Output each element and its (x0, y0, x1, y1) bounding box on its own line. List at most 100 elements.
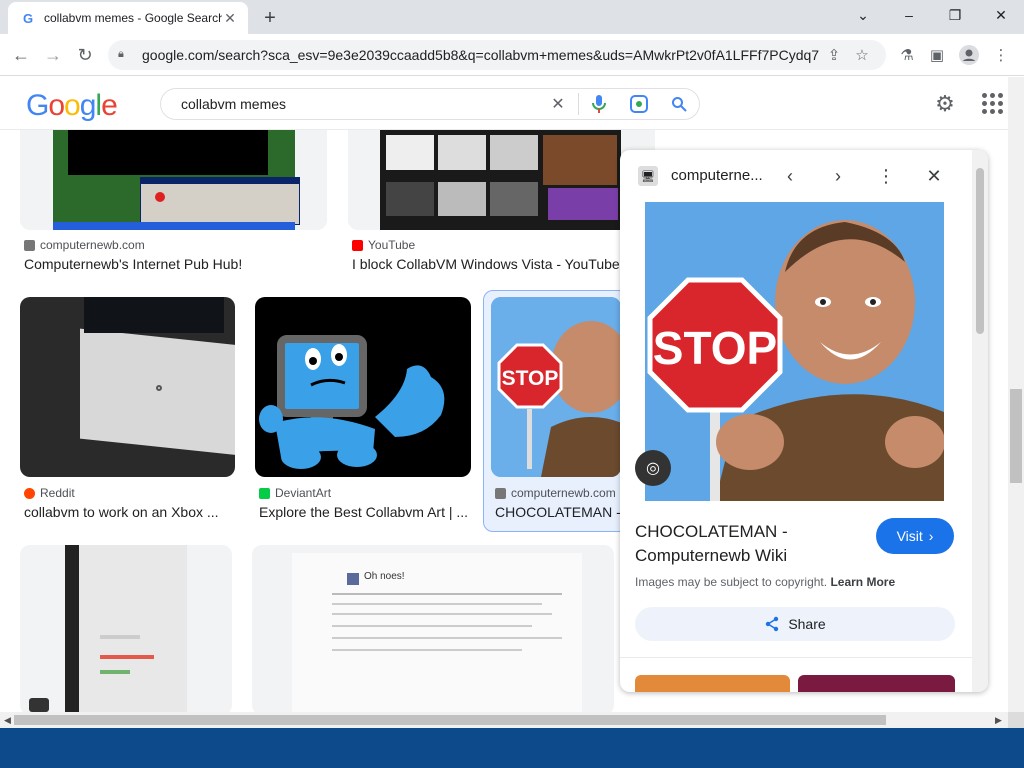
panel-scrollbar[interactable] (972, 150, 988, 692)
url-text[interactable]: google.com/search?sca_esv=9e3e2039ccaadd… (142, 47, 820, 63)
deviantart-favicon-icon (259, 487, 270, 499)
related-thumbnail[interactable] (798, 675, 955, 692)
tab-search-chevron-down-icon[interactable]: ⌄ (840, 0, 886, 30)
panel-divider (620, 657, 972, 658)
scrollbar-corner (1008, 712, 1024, 728)
tab-google-search[interactable]: G collabvm memes - Google Search ✕ (8, 2, 248, 34)
search-icon[interactable] (659, 89, 699, 119)
share-label: Share (788, 616, 826, 632)
new-tab-button[interactable]: + (258, 6, 282, 30)
lock-icon[interactable]: 🔒︎ (118, 48, 132, 62)
result-source[interactable]: DeviantArt (259, 486, 331, 500)
stop-sign-thumb-text: STOP (502, 367, 559, 390)
result-source[interactable]: YouTube (352, 238, 415, 252)
youtube-favicon-icon (352, 239, 363, 251)
lens-search-icon[interactable] (619, 89, 659, 119)
star-icon[interactable]: ☆ (848, 43, 876, 67)
result-caption[interactable]: CHOCOLATEMAN - ... (495, 504, 620, 520)
google-header: Google collabvm memes ✕ ⚙ (0, 77, 1008, 130)
visit-button[interactable]: Visit › (876, 518, 954, 554)
share-icon (766, 616, 779, 632)
result-thumbnail[interactable] (20, 545, 232, 712)
share-button[interactable]: Share (635, 607, 955, 641)
voice-search-icon[interactable] (579, 89, 619, 119)
os-taskbar (0, 728, 1024, 768)
logo-letter: e (101, 89, 118, 122)
search-box[interactable]: collabvm memes ✕ (160, 88, 700, 120)
chevron-right-icon: › (928, 528, 934, 544)
scroll-left-icon[interactable]: ◀ (4, 715, 11, 726)
result-thumbnail[interactable] (20, 297, 235, 477)
visit-label: Visit (896, 528, 923, 544)
computernewb-favicon-icon (495, 487, 506, 499)
image-preview-panel: 🖥︎ computerne... ‹ › ⋮ ✕ STOP ◎ CHOCOLAT… (620, 150, 988, 692)
google-logo[interactable]: Google (26, 89, 118, 123)
tab-strip: G collabvm memes - Google Search ✕ + ⌄ –… (0, 0, 1024, 34)
minimize-button[interactable]: – (886, 0, 932, 30)
result-caption[interactable]: collabvm to work on an Xbox ... (24, 504, 234, 520)
extensions-icon[interactable]: ⚗ (894, 42, 920, 68)
result-caption[interactable]: Explore the Best Collabvm Art | ... (259, 504, 469, 520)
computernewb-favicon-icon (24, 239, 35, 251)
horizontal-scrollbar[interactable]: ◀ ▶ (0, 712, 1008, 728)
reload-icon[interactable]: ↻ (72, 42, 98, 68)
result-source[interactable]: computernewb.com (24, 238, 145, 252)
oh-noes-text: Oh noes! (364, 571, 405, 582)
previous-chevron-icon[interactable]: ‹ (776, 162, 804, 190)
more-options-icon[interactable]: ⋮ (872, 162, 900, 190)
reddit-favicon-icon (24, 487, 35, 499)
google-favicon-icon: G (22, 10, 34, 26)
profile-icon[interactable] (956, 42, 982, 68)
close-tab-icon[interactable]: ✕ (222, 10, 238, 26)
share-icon[interactable]: ⇪ (820, 43, 848, 67)
panel-page-title[interactable]: CHOCOLATEMAN - Computernewb Wiki (635, 520, 865, 568)
back-icon[interactable]: ← (8, 42, 34, 68)
vertical-scrollbar[interactable] (1008, 77, 1024, 712)
result-source[interactable]: computernewb.com (495, 486, 616, 500)
restore-button[interactable]: ❐ (932, 0, 978, 30)
next-chevron-icon[interactable]: › (824, 162, 852, 190)
tab-title: collabvm memes - Google Search (44, 11, 222, 25)
forward-icon[interactable]: → (40, 42, 66, 68)
close-panel-icon[interactable]: ✕ (920, 162, 948, 190)
clear-search-icon[interactable]: ✕ (538, 89, 578, 119)
logo-letter: g (79, 89, 97, 122)
source-name: YouTube (368, 238, 416, 252)
sidepanel-icon[interactable]: ▣ (924, 42, 950, 68)
horizontal-scrollbar-thumb[interactable] (14, 715, 886, 725)
logo-letter: G (26, 89, 49, 122)
logo-letter: o (64, 89, 81, 122)
close-window-button[interactable]: ✕ (978, 0, 1024, 30)
computernewb-favicon-icon: 🖥︎ (638, 166, 658, 186)
panel-scrollbar-thumb[interactable] (976, 168, 984, 334)
blue-mascot-drawing (259, 335, 445, 469)
learn-more-link[interactable]: Learn More (830, 575, 895, 589)
source-name: computernewb.com (40, 238, 145, 252)
result-source[interactable]: Reddit (24, 486, 75, 500)
stop-sign-text: STOP (653, 322, 777, 374)
stop-sign-man-drawing: STOP (645, 202, 944, 501)
preview-image[interactable]: STOP (645, 202, 944, 501)
result-caption[interactable]: I block CollabVM Windows Vista - YouTube (352, 256, 622, 272)
result-caption[interactable]: Computernewb's Internet Pub Hub! (24, 256, 324, 272)
lens-icon[interactable]: ◎ (635, 450, 671, 486)
source-name: computernewb.com (511, 486, 616, 500)
scroll-right-icon[interactable]: ▶ (995, 715, 1002, 726)
source-name: DeviantArt (275, 486, 332, 500)
browser-menu-icon[interactable]: ⋮ (988, 42, 1014, 68)
video-play-icon (29, 698, 49, 712)
vertical-scrollbar-thumb[interactable] (1010, 389, 1022, 483)
google-apps-icon[interactable] (980, 91, 1004, 115)
stop-sign-thumb-drawing: STOP (491, 297, 621, 477)
logo-letter: o (48, 89, 65, 122)
settings-gear-icon[interactable]: ⚙ (932, 91, 958, 117)
result-thumbnail[interactable] (255, 297, 471, 477)
search-input[interactable]: collabvm memes (181, 96, 538, 112)
result-thumbnail[interactable]: Oh noes! (252, 545, 614, 712)
related-thumbnail[interactable] (635, 675, 790, 692)
result-thumbnail[interactable] (348, 130, 655, 230)
result-thumbnail[interactable]: STOP (491, 297, 621, 477)
address-bar[interactable]: 🔒︎ google.com/search?sca_esv=9e3e2039cca… (108, 40, 886, 70)
result-thumbnail[interactable] (20, 130, 327, 230)
panel-site-name[interactable]: computerne... (671, 167, 763, 184)
